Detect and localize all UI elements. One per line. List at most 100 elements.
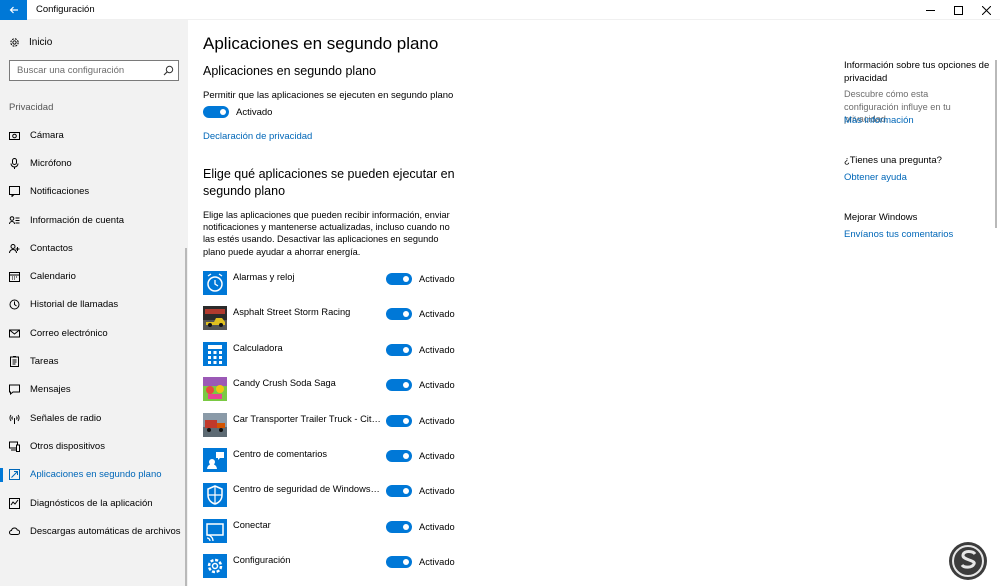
toggle-state-label: Activado — [419, 274, 455, 284]
close-button[interactable] — [972, 0, 1000, 20]
sidebar-item-auto-downloads[interactable]: Descargas automáticas de archivos — [0, 517, 186, 545]
sidebar-item-email[interactable]: Correo electrónico — [0, 319, 186, 347]
sidebar-item-other-devices[interactable]: Otros dispositivos — [0, 432, 186, 460]
app-toggle[interactable]: Activado — [386, 485, 455, 498]
app-toggle[interactable]: Activado — [386, 273, 455, 285]
toggle-switch[interactable] — [386, 379, 412, 392]
app-name: Centro de comentarios — [233, 448, 328, 459]
sidebar-item-label: Aplicaciones en segundo plano — [30, 469, 162, 481]
sidebar: Inicio Privacidad Cámara Micrófono Notif… — [0, 20, 188, 586]
app-name: Centro de seguridad de Windows D... — [233, 484, 381, 495]
toggle-state-label: Activado — [419, 380, 455, 391]
sidebar-item-background-apps[interactable]: Aplicaciones en segundo plano — [0, 461, 186, 489]
toggle-switch[interactable] — [386, 343, 412, 356]
sidebar-item-calendar[interactable]: Calendario — [0, 262, 186, 290]
close-icon — [981, 5, 991, 15]
back-button[interactable] — [0, 0, 27, 20]
minimize-button[interactable] — [916, 0, 944, 20]
content-scrollbar[interactable] — [995, 60, 997, 228]
toggle-switch[interactable] — [386, 414, 412, 427]
get-help-link[interactable]: Obtener ayuda — [844, 172, 907, 183]
sidebar-item-tasks[interactable]: Tareas — [0, 347, 186, 375]
app-toggle[interactable]: Activado — [386, 379, 455, 392]
app-name: Asphalt Street Storm Racing — [233, 307, 351, 318]
sidebar-item-call-history[interactable]: Historial de llamadas — [0, 291, 186, 319]
app-name: Candy Crush Soda Saga — [233, 378, 336, 389]
sidebar-item-microphone[interactable]: Micrófono — [0, 149, 186, 177]
toggle-switch[interactable] — [386, 449, 412, 462]
search-input[interactable] — [10, 61, 160, 80]
toggle-switch[interactable] — [386, 520, 412, 533]
app-toggle[interactable]: Activado — [386, 449, 455, 462]
app-toggle[interactable]: Activado — [386, 308, 455, 321]
app-toggle[interactable]: Activado — [386, 343, 455, 356]
app-row: Alarmas y reloj Activado — [203, 269, 503, 304]
alarm-clock-icon — [203, 271, 227, 295]
section-title: Aplicaciones en segundo plano — [203, 64, 377, 78]
devices-icon — [9, 441, 20, 452]
sidebar-item-label: Historial de llamadas — [30, 299, 119, 311]
sidebar-scrollbar[interactable] — [185, 248, 187, 586]
sidebar-item-diagnostics[interactable]: Diagnósticos de la aplicación — [0, 489, 186, 517]
sidebar-item-contacts[interactable]: Contactos — [0, 234, 186, 262]
email-icon — [9, 328, 20, 339]
app-toggle[interactable]: Activado — [386, 556, 455, 569]
toggle-state-label: Activado — [419, 450, 455, 461]
toggle-switch[interactable] — [386, 485, 412, 498]
sidebar-item-label: Tareas — [30, 356, 59, 368]
sidebar-item-label: Mensajes — [30, 384, 71, 396]
app-name: Calculadora — [233, 342, 283, 353]
microphone-icon — [9, 157, 20, 169]
truck-game-icon — [203, 412, 227, 437]
toggle-switch[interactable] — [203, 106, 229, 118]
apps-section-title: Elige qué aplicaciones se pueden ejecuta… — [203, 167, 455, 198]
app-row: Conectar Activado — [203, 517, 503, 552]
sidebar-item-notifications[interactable]: Notificaciones — [0, 178, 186, 206]
call-history-icon — [9, 299, 20, 310]
feedback-hub-icon — [203, 447, 227, 472]
contacts-icon — [9, 243, 20, 254]
app-toggle[interactable]: Activado — [386, 414, 455, 427]
sidebar-item-label: Contactos — [30, 242, 73, 254]
sidebar-item-account-info[interactable]: Información de cuenta — [0, 206, 186, 234]
app-row: Car Transporter Trailer Truck - City C..… — [203, 411, 503, 446]
permit-label: Permitir que las aplicaciones se ejecute… — [203, 90, 454, 101]
privacy-statement-link[interactable]: Declaración de privacidad — [203, 131, 312, 142]
calculator-icon — [203, 341, 227, 366]
messages-icon — [9, 384, 20, 396]
toggle-state-label: Activado — [419, 486, 455, 497]
notifications-icon — [9, 186, 20, 198]
sidebar-item-camera[interactable]: Cámara — [0, 121, 186, 149]
minimize-icon — [925, 9, 935, 11]
toggle-switch[interactable] — [386, 308, 412, 321]
search-box[interactable] — [9, 60, 179, 81]
sidebar-item-messages[interactable]: Mensajes — [0, 376, 186, 404]
back-arrow-icon — [9, 6, 18, 14]
search-icon[interactable] — [163, 65, 174, 76]
question-title: ¿Tienes una pregunta? — [844, 155, 942, 166]
more-info-link[interactable]: Más información — [844, 115, 914, 126]
app-name: Car Transporter Trailer Truck - City C..… — [233, 413, 381, 424]
master-toggle[interactable]: Activado — [203, 106, 272, 118]
cloud-icon — [9, 526, 20, 537]
watermark-logo — [948, 541, 988, 581]
diagnostics-icon — [9, 497, 20, 509]
sidebar-item-label: Notificaciones — [30, 186, 90, 198]
asphalt-game-icon — [203, 306, 227, 331]
settings-gear-icon — [203, 554, 227, 579]
nav-home[interactable]: Inicio — [9, 37, 52, 48]
window-title: Configuración — [36, 4, 95, 15]
app-name: Conectar — [233, 519, 271, 530]
app-row: Asphalt Street Storm Racing Activado — [203, 304, 503, 339]
info-title: Información sobre tus opciones de privac… — [844, 60, 990, 84]
sidebar-item-radio[interactable]: Señales de radio — [0, 404, 186, 432]
toggle-switch[interactable] — [386, 273, 412, 285]
send-feedback-link[interactable]: Envíanos tus comentarios — [844, 229, 953, 240]
maximize-button[interactable] — [944, 0, 972, 20]
maximize-icon — [953, 5, 963, 15]
sidebar-item-label: Diagnósticos de la aplicación — [30, 497, 153, 509]
app-toggle[interactable]: Activado — [386, 520, 455, 533]
radio-icon — [9, 413, 20, 424]
toggle-switch[interactable] — [386, 556, 412, 569]
nav-home-label: Inicio — [29, 37, 53, 48]
